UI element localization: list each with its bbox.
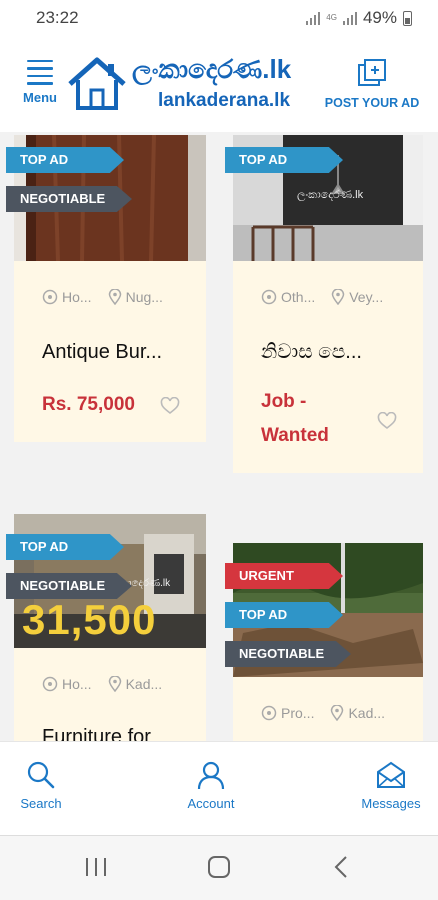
- listing-card-1[interactable]: TOP AD NEGOTIABLE Ho... Nug... Antique B…: [6, 135, 206, 442]
- menu-button[interactable]: Menu: [18, 60, 62, 105]
- listing-title: Antique Bur...: [42, 341, 163, 363]
- listing-card-2[interactable]: ලංකාදෙරණ.lk TOP AD Oth... Vey... නිවාස ප…: [225, 135, 423, 473]
- location-pin-icon: [108, 289, 121, 305]
- network-type: 4G: [326, 13, 337, 22]
- listing-location: Vey...: [349, 289, 384, 305]
- top-ad-badge: TOP AD: [225, 147, 343, 173]
- post-ad-label: POST YOUR AD: [324, 96, 420, 110]
- nav-messages[interactable]: Messages: [360, 760, 422, 811]
- heart-icon[interactable]: [160, 397, 180, 415]
- listing-card-3[interactable]: ලංකාදෙරණ.lk 31,500 TOP AD NEGOTIABLE Ho.…: [6, 514, 206, 754]
- urgent-badge: URGENT: [225, 563, 343, 589]
- listing-card-4[interactable]: URGENT TOP AD NEGOTIABLE Pro... Kad...: [225, 543, 423, 753]
- listing-category: Pro...: [281, 705, 315, 721]
- negotiable-badge: NEGOTIABLE: [225, 641, 351, 667]
- listing-location: Kad...: [125, 676, 163, 692]
- listing-meta: Ho... Kad...: [42, 676, 162, 692]
- image-watermark: ලංකාදෙරණ.lk: [297, 189, 364, 201]
- negotiable-badge: NEGOTIABLE: [6, 186, 132, 212]
- listing-meta: Pro... Kad...: [261, 705, 385, 721]
- back-icon[interactable]: [333, 855, 349, 879]
- location-pin-icon: [331, 289, 345, 305]
- category-icon: [261, 705, 277, 721]
- post-ad-icon: [358, 59, 386, 86]
- listing-location: Nug...: [125, 289, 163, 305]
- listing-category: Oth...: [281, 289, 316, 305]
- category-icon: [261, 289, 277, 305]
- location-pin-icon: [331, 705, 344, 721]
- signal-icon: [306, 11, 321, 25]
- image-price-overlay: 31,500: [22, 596, 157, 643]
- battery-percent: 49%: [362, 8, 397, 27]
- negotiable-badge: NEGOTIABLE: [6, 573, 132, 599]
- top-ad-badge: TOP AD: [6, 534, 124, 560]
- app-header: Menu ලංකාදෙරණ.lk lankaderana.lk POST YOU…: [0, 36, 438, 132]
- category-icon: [42, 676, 58, 692]
- nav-search[interactable]: Search: [20, 760, 62, 811]
- listing-title: නිවාස පෙ...: [261, 341, 362, 363]
- category-icon: [42, 289, 58, 305]
- logo-english: lankaderana.lk: [158, 90, 291, 111]
- search-icon: [27, 761, 55, 789]
- status-time: 23:22: [36, 8, 79, 27]
- nav-search-label: Search: [20, 796, 62, 811]
- status-icons: 4G 49%: [306, 8, 412, 28]
- logo-sinhala: ලංකාදෙරණ.lk: [132, 54, 292, 84]
- listing-price: Rs. 75,000: [42, 394, 135, 415]
- bottom-navigation: Search Account Messages: [0, 741, 438, 835]
- site-logo[interactable]: ලංකාදෙරණ.lk lankaderana.lk: [66, 54, 316, 118]
- system-navigation-bar: [0, 835, 438, 900]
- menu-icon: [27, 60, 53, 85]
- nav-account[interactable]: Account: [184, 760, 238, 811]
- post-ad-button[interactable]: POST YOUR AD: [322, 58, 422, 110]
- status-bar: 23:22 4G 49%: [0, 0, 438, 36]
- nav-messages-label: Messages: [361, 796, 421, 811]
- top-ad-badge: TOP AD: [6, 147, 124, 173]
- house-logo-icon: [68, 57, 126, 110]
- heart-icon[interactable]: [377, 412, 397, 430]
- listing-price-line-1: Job -: [261, 391, 307, 412]
- listing-meta: Oth... Vey...: [261, 289, 383, 305]
- signal-icon-2: [342, 11, 357, 25]
- home-icon[interactable]: [207, 855, 231, 879]
- top-ad-badge: TOP AD: [225, 602, 343, 628]
- nav-account-label: Account: [187, 796, 235, 811]
- battery-icon: [403, 10, 412, 26]
- recent-apps-icon[interactable]: [84, 856, 108, 878]
- listing-price-line-2: Wanted: [261, 425, 329, 446]
- listing-location: Kad...: [348, 705, 386, 721]
- menu-label: Menu: [23, 89, 57, 105]
- location-pin-icon: [108, 676, 121, 692]
- listing-category: Ho...: [62, 676, 92, 692]
- account-icon: [197, 761, 225, 790]
- listing-category: Ho...: [62, 289, 92, 305]
- messages-icon: [377, 761, 405, 788]
- listing-meta: Ho... Nug...: [42, 289, 163, 305]
